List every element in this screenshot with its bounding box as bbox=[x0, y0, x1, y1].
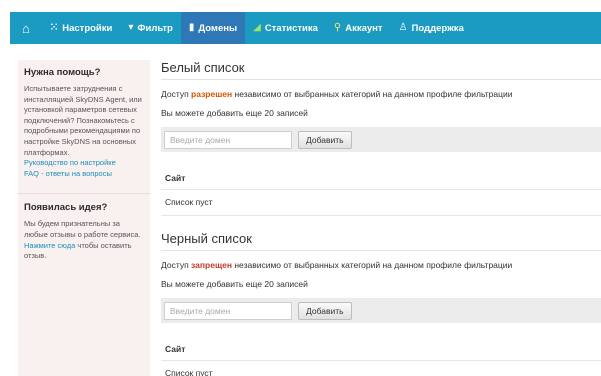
whitelist-empty-row: Список пуст bbox=[161, 190, 601, 216]
nav-home[interactable]: ⌂ bbox=[10, 12, 42, 44]
blacklist-desc-highlight: запрещен bbox=[191, 260, 232, 270]
help-text: Испытываете затруднения с инсталляцией S… bbox=[24, 84, 144, 179]
blacklist-description: Доступ запрещен независимо от выбранных … bbox=[161, 260, 601, 271]
whitelist-remaining: Вы можете добавить еще 20 записей bbox=[161, 108, 308, 118]
idea-description: Мы будем признательны за любые отзывы о … bbox=[24, 219, 141, 239]
main-content: Белый список Доступ разрешен независимо … bbox=[161, 60, 601, 376]
whitelist-description: Доступ разрешен независимо от выбранных … bbox=[161, 89, 601, 100]
nav-support-label: Поддержка bbox=[411, 22, 464, 34]
whitelist-desc-suffix: независимо от выбранных категорий на дан… bbox=[232, 89, 513, 99]
blacklist-remaining: Вы можете добавить еще 20 записей bbox=[161, 279, 308, 289]
funnel-icon: ▾ bbox=[128, 22, 134, 33]
help-description: Испытываете затруднения с инсталляцией S… bbox=[24, 84, 142, 157]
whitelist-domain-input[interactable] bbox=[164, 130, 292, 149]
grid-icon: ⁙ bbox=[49, 22, 59, 33]
nav-account[interactable]: ⚲ Аккаунт bbox=[326, 12, 391, 44]
whitelist-section: Белый список Доступ разрешен независимо … bbox=[161, 60, 601, 216]
nav-statistics[interactable]: ◢ Статистика bbox=[245, 12, 326, 44]
blacklist-add-row: Добавить bbox=[161, 298, 601, 323]
blacklist-empty-row: Список пуст bbox=[161, 361, 601, 376]
blacklist-domain-input[interactable] bbox=[164, 301, 292, 320]
blacklist-desc-prefix: Доступ bbox=[161, 260, 192, 270]
nav-filter[interactable]: ▾ Фильтр bbox=[120, 12, 180, 44]
sidebar-divider bbox=[18, 193, 150, 195]
whitelist-column-header: Сайт bbox=[161, 164, 601, 190]
chart-icon: ◢ bbox=[253, 22, 261, 33]
whitelist-title: Белый список bbox=[161, 60, 601, 80]
top-navbar: ⌂ ⁙ Настройки ▾ Фильтр ▮ Домены ◢ Статис… bbox=[10, 12, 601, 44]
person-icon: ⚲ bbox=[333, 22, 342, 33]
nav-account-label: Аккаунт bbox=[345, 22, 383, 34]
whitelist-desc-prefix: Доступ bbox=[161, 89, 192, 99]
nav-domains[interactable]: ▮ Домены bbox=[180, 12, 246, 44]
idea-text: Мы будем признательны за любые отзывы о … bbox=[24, 219, 144, 261]
whitelist-add-button[interactable]: Добавить bbox=[298, 130, 352, 149]
idea-title: Появилась идея? bbox=[24, 202, 108, 214]
blacklist-column-header: Сайт bbox=[161, 335, 601, 361]
setup-guide-link[interactable]: Руководство по настройке bbox=[24, 158, 116, 167]
help-block: Нужна помощь? Испытываете затруднения с … bbox=[24, 67, 144, 179]
blacklist-section: Черный список Доступ запрещен независимо… bbox=[161, 231, 601, 376]
whitelist-desc-highlight: разрешен bbox=[191, 89, 233, 99]
nav-settings-label: Настройки bbox=[62, 22, 113, 34]
nav-support[interactable]: ♙ Поддержка bbox=[391, 12, 472, 44]
feedback-link[interactable]: Нажмите сюда bbox=[24, 241, 75, 250]
blacklist-add-button[interactable]: Добавить bbox=[298, 301, 352, 320]
help-title: Нужна помощь? bbox=[24, 67, 101, 78]
support-icon: ♙ bbox=[398, 22, 408, 33]
blacklist-title: Черный список bbox=[161, 231, 601, 251]
nav-statistics-label: Статистика bbox=[264, 22, 318, 34]
nav-settings[interactable]: ⁙ Настройки bbox=[42, 12, 121, 44]
sidebar: Нужна помощь? Испытываете затруднения с … bbox=[18, 60, 150, 376]
nav-domains-label: Домены bbox=[198, 22, 238, 34]
faq-link[interactable]: FAQ - ответы на вопросы bbox=[24, 169, 112, 178]
document-icon: ▮ bbox=[188, 22, 195, 33]
blacklist-desc-suffix: независимо от выбранных категорий на дан… bbox=[231, 260, 513, 270]
nav-filter-label: Фильтр bbox=[137, 22, 173, 34]
whitelist-add-row: Добавить bbox=[161, 127, 601, 152]
idea-block: Появилась идея? Мы будем признательны за… bbox=[24, 202, 144, 261]
home-icon: ⌂ bbox=[22, 20, 30, 36]
